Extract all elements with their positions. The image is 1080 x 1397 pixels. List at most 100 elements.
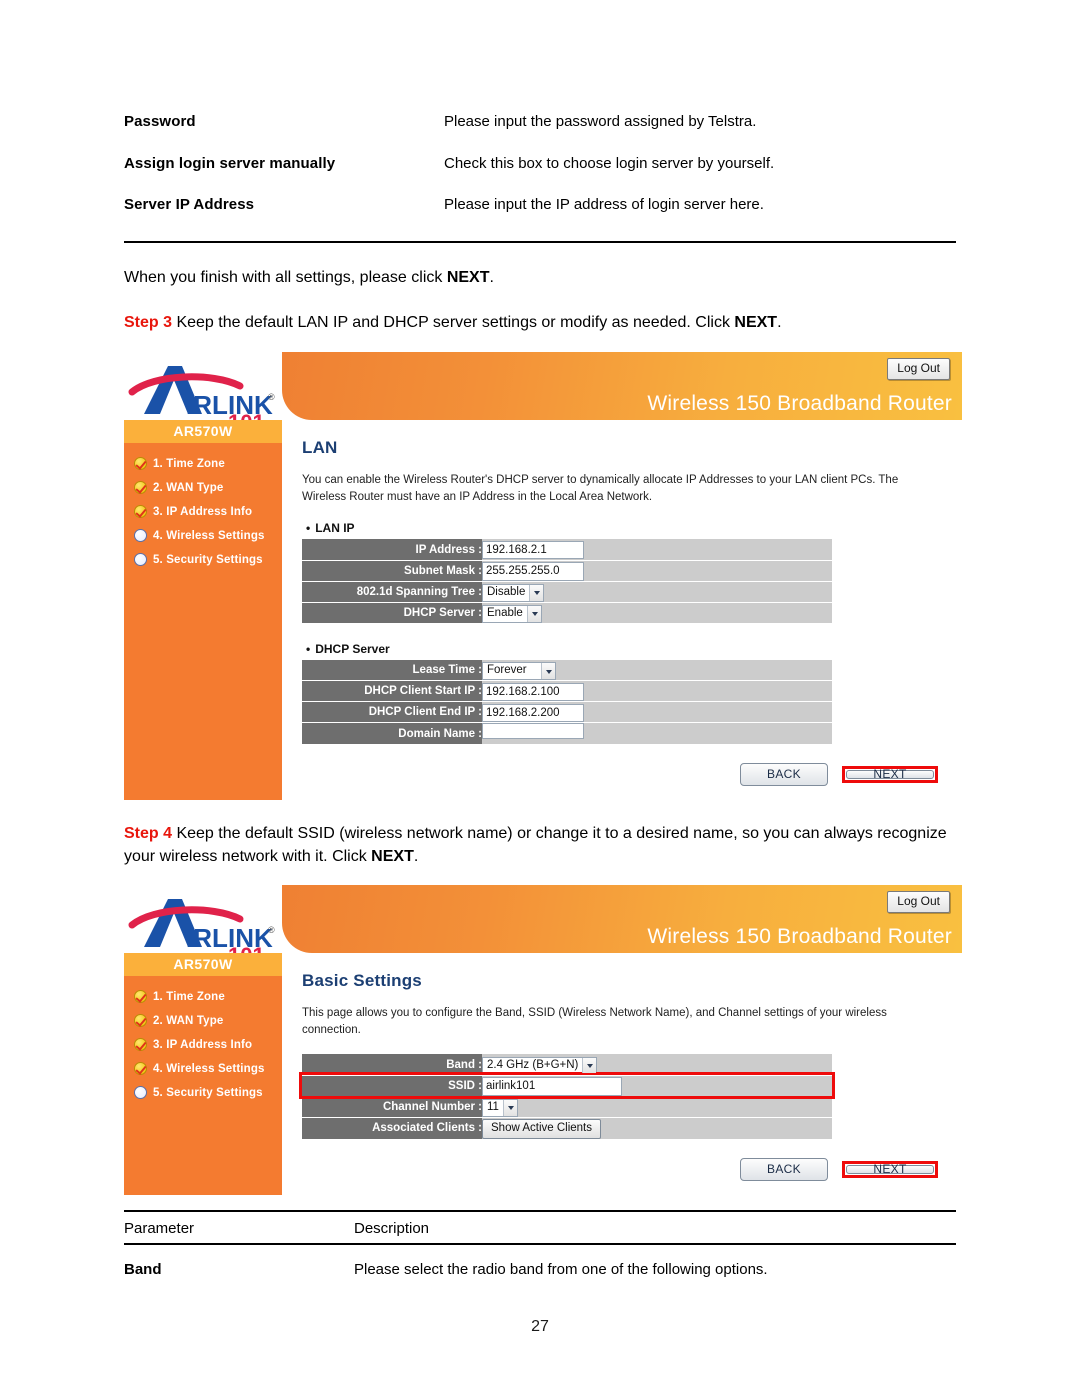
- form-row: DHCP Server : Enable: [302, 602, 832, 624]
- logout-button[interactable]: Log Out: [887, 891, 950, 913]
- field-label: Associated Clients :: [302, 1117, 482, 1140]
- router-sidebar: AR570W 1. Time Zone 2. WAN Type 3. IP Ad…: [124, 953, 282, 1195]
- sidebar-item-label: 3. IP Address Info: [153, 505, 253, 518]
- field-value-cell: 255.255.255.0: [482, 560, 832, 582]
- router-sidebar: AR570W 1. Time Zone 2. WAN Type 3. IP Ad…: [124, 420, 282, 801]
- subnet-mask-input[interactable]: 255.255.255.0: [482, 562, 584, 581]
- sidebar-item-label: 1. Time Zone: [153, 457, 225, 470]
- field-value-cell: 192.168.2.1: [482, 539, 832, 561]
- parameter-description: Please input the IP address of login ser…: [444, 196, 764, 213]
- page-title: LAN: [302, 438, 338, 457]
- band-select[interactable]: 2.4 GHz (B+G+N): [482, 1056, 598, 1075]
- domain-name-input[interactable]: [482, 723, 584, 740]
- dhcp-client-start-ip-input[interactable]: 192.168.2.100: [482, 682, 584, 702]
- table-row: Band Please select the radio band from o…: [124, 1245, 956, 1278]
- parameter-name: Band: [124, 1261, 162, 1278]
- select-value: 2.4 GHz (B+G+N): [487, 1058, 579, 1071]
- step4-instruction: Step 4 Keep the default SSID (wireless n…: [124, 822, 964, 868]
- router-banner: Log Out Wireless 150 Broadband Router: [282, 885, 962, 953]
- parameter-description: Check this box to choose login server by…: [444, 154, 775, 172]
- field-value-cell: [482, 722, 832, 746]
- ssid-input[interactable]: airlink101: [482, 1077, 622, 1096]
- sidebar-item-security-settings[interactable]: 5. Security Settings: [134, 1086, 282, 1099]
- back-button[interactable]: BACK: [740, 1157, 828, 1181]
- next-button[interactable]: NEXT: [846, 1163, 934, 1175]
- page-title: Basic Settings: [302, 971, 422, 990]
- step3-label: Step 3: [124, 314, 173, 331]
- finish-settings-note: When you finish with all settings, pleas…: [124, 266, 964, 289]
- empty-circle-icon: [134, 553, 147, 566]
- sidebar-item-time-zone[interactable]: 1. Time Zone: [134, 990, 282, 1003]
- lan-ip-form: IP Address : 192.168.2.1 Subnet Mask : 2…: [302, 539, 832, 624]
- field-label: DHCP Server :: [302, 602, 482, 624]
- router-content-basic-settings: Basic Settings This page allows you to c…: [282, 953, 962, 1195]
- sidebar-item-time-zone[interactable]: 1. Time Zone: [134, 457, 282, 470]
- setup-wizard-nav: 1. Time Zone 2. WAN Type 3. IP Address I…: [124, 443, 282, 566]
- router-banner: Log Out Wireless 150 Broadband Router: [282, 352, 962, 420]
- horizontal-divider: [124, 241, 956, 243]
- router-product-title: Wireless 150 Broadband Router: [647, 392, 952, 415]
- sidebar-item-wan-type[interactable]: 2. WAN Type: [134, 481, 282, 494]
- parameter-name: Assign login server manually: [124, 154, 336, 172]
- check-circle-icon: [134, 481, 147, 494]
- sidebar-item-label: 5. Security Settings: [153, 1086, 263, 1099]
- check-circle-icon: [134, 457, 147, 470]
- step3-text: Keep the default LAN IP and DHCP server …: [172, 314, 735, 331]
- back-button[interactable]: BACK: [740, 763, 828, 787]
- svg-text:®: ®: [268, 392, 275, 402]
- svg-text:IRL: IRL: [186, 390, 228, 420]
- spanning-tree-select[interactable]: Disable: [482, 583, 545, 602]
- router-body: AR570W 1. Time Zone 2. WAN Type 3. IP Ad…: [124, 420, 962, 801]
- chevron-down-icon: [529, 584, 544, 601]
- field-label: SSID :: [302, 1075, 482, 1097]
- form-row: 802.1d Spanning Tree : Disable: [302, 581, 832, 603]
- lease-time-select[interactable]: Forever: [482, 662, 556, 680]
- svg-text:IRL: IRL: [186, 923, 228, 953]
- dhcp-server-select[interactable]: Enable: [482, 604, 542, 623]
- field-value-cell: Disable: [482, 581, 832, 603]
- table-header-row: Parameter Description: [124, 1212, 956, 1243]
- chevron-down-icon: [526, 605, 541, 622]
- field-label: DHCP Client End IP :: [302, 701, 482, 724]
- logout-button[interactable]: Log Out: [887, 358, 950, 380]
- field-value-cell: Show Active Clients: [482, 1117, 832, 1140]
- dhcp-server-form: Lease Time : Forever DHCP Client Start I…: [302, 659, 832, 746]
- step3-next: NEXT: [734, 314, 778, 331]
- finish-note-period: .: [489, 269, 494, 286]
- sidebar-item-security-settings[interactable]: 5. Security Settings: [134, 553, 282, 566]
- sidebar-item-label: 4. Wireless Settings: [153, 529, 265, 542]
- table-row: Server IP Address Please input the IP ad…: [124, 195, 956, 215]
- show-active-clients-button[interactable]: Show Active Clients: [482, 1118, 601, 1139]
- sidebar-item-wireless-settings[interactable]: 4. Wireless Settings: [134, 1062, 282, 1075]
- channel-number-select[interactable]: 11: [482, 1098, 518, 1117]
- check-circle-icon: [134, 1014, 147, 1027]
- dhcp-client-end-ip-input[interactable]: 192.168.2.200: [482, 703, 584, 723]
- check-circle-icon: [134, 1038, 147, 1051]
- basic-settings-form: Band : 2.4 GHz (B+G+N) SSID : airlink101: [299, 1054, 835, 1140]
- parameter-description: Please input the password assigned by Te…: [444, 113, 757, 130]
- form-row-ssid-highlighted: SSID : airlink101: [299, 1072, 835, 1100]
- sidebar-item-wan-type[interactable]: 2. WAN Type: [134, 1014, 282, 1027]
- sidebar-item-ip-address-info[interactable]: 3. IP Address Info: [134, 1038, 282, 1051]
- form-row: Lease Time : Forever: [302, 659, 832, 682]
- parameter-name: Password: [124, 113, 196, 130]
- form-row: DHCP Client Start IP : 192.168.2.100: [302, 680, 832, 703]
- form-row: DHCP Client End IP : 192.168.2.200: [302, 701, 832, 724]
- router-content-lan: LAN You can enable the Wireless Router's…: [282, 420, 962, 801]
- select-value: Forever: [487, 664, 527, 677]
- finish-note-next: NEXT: [446, 269, 490, 286]
- field-value-cell: 2.4 GHz (B+G+N): [482, 1054, 832, 1076]
- ip-address-input[interactable]: 192.168.2.1: [482, 540, 584, 560]
- sidebar-item-ip-address-info[interactable]: 3. IP Address Info: [134, 505, 282, 518]
- page-description: You can enable the Wireless Router's DHC…: [302, 474, 899, 503]
- field-value-cell: 11: [482, 1096, 832, 1118]
- next-button[interactable]: NEXT: [846, 768, 934, 780]
- select-value: Disable: [487, 585, 526, 598]
- form-row: Subnet Mask : 255.255.255.0: [302, 560, 832, 582]
- field-label: Band :: [302, 1054, 482, 1076]
- field-value-cell: airlink101: [482, 1075, 832, 1097]
- step3-period: .: [777, 314, 782, 331]
- bottom-parameter-table: Parameter Description Band Please select…: [124, 1210, 956, 1278]
- sidebar-item-wireless-settings[interactable]: 4. Wireless Settings: [134, 529, 282, 542]
- check-circle-icon: [134, 1062, 147, 1075]
